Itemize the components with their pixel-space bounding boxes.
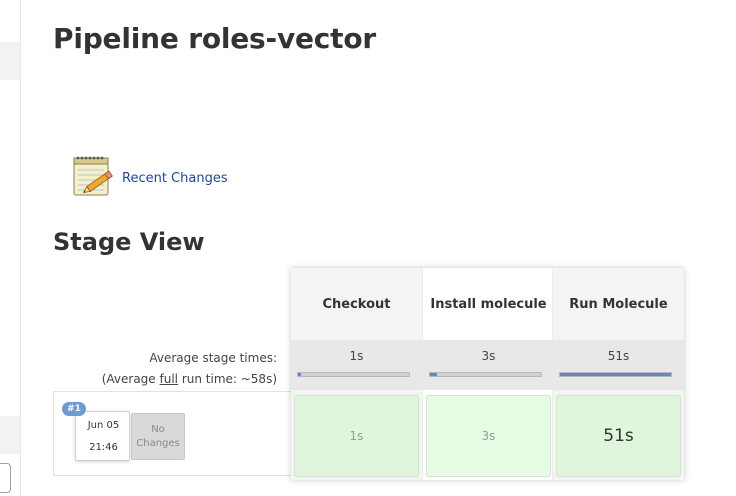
sidebar-item[interactable] bbox=[0, 42, 20, 80]
stage-average-checkout: 1s bbox=[291, 340, 422, 390]
stage-cell-checkout[interactable]: 1s bbox=[294, 395, 419, 477]
sidebar-input[interactable] bbox=[0, 463, 11, 493]
stage-average-time: 3s bbox=[481, 349, 496, 363]
average-stage-times-label: Average stage times: bbox=[149, 351, 277, 365]
stage-cell-run-molecule[interactable]: 51s bbox=[556, 395, 681, 477]
stage-cell-time: 3s bbox=[481, 429, 496, 443]
stage-header-checkout[interactable]: Checkout bbox=[291, 268, 422, 340]
stage-cell-install-molecule[interactable]: 3s bbox=[426, 395, 551, 477]
stage-average-progress bbox=[559, 372, 672, 377]
stage-header-install-molecule[interactable]: Install molecule bbox=[423, 268, 554, 340]
build-changes-box[interactable]: No Changes bbox=[131, 413, 185, 460]
stage-table: Checkout 1s 1s Install molecule 3s 3s Ru… bbox=[291, 268, 684, 480]
stage-average-run-molecule: 51s bbox=[553, 340, 684, 390]
stage-average-progress bbox=[297, 372, 410, 377]
stage-average-install-molecule: 3s bbox=[423, 340, 554, 390]
stage-view-title: Stage View bbox=[53, 228, 205, 256]
build-date-box[interactable]: Jun 05 21:46 bbox=[75, 411, 130, 461]
average-full-prefix: (Average bbox=[101, 372, 160, 386]
sidebar-item[interactable] bbox=[0, 416, 20, 454]
stage-average-time: 51s bbox=[607, 349, 630, 363]
stage-average-progress bbox=[429, 372, 542, 377]
average-full-suffix: run time: ~58s) bbox=[178, 372, 277, 386]
stage-cell-time: 1s bbox=[349, 429, 364, 443]
stage-average-progress-fill bbox=[430, 373, 437, 376]
stage-cell-time: 51s bbox=[603, 426, 634, 446]
stage-header-run-molecule[interactable]: Run Molecule bbox=[553, 268, 684, 340]
build-date: Jun 05 bbox=[87, 420, 120, 431]
build-time: 21:46 bbox=[89, 442, 118, 453]
no-changes-label-2: Changes bbox=[136, 437, 180, 449]
stage-column-run-molecule: Run Molecule 51s 51s bbox=[553, 268, 684, 480]
stage-column-install-molecule: Install molecule 3s 3s bbox=[422, 268, 554, 480]
notepad-pencil-icon bbox=[72, 153, 120, 197]
page-title: Pipeline roles-vector bbox=[53, 22, 377, 55]
stage-average-progress-fill bbox=[298, 373, 302, 376]
stage-average-time: 1s bbox=[349, 349, 364, 363]
average-full-link[interactable]: full bbox=[160, 372, 179, 386]
average-full-run-time-label: (Average full run time: ~58s) bbox=[80, 372, 277, 386]
recent-changes-link[interactable]: Recent Changes bbox=[72, 153, 228, 197]
no-changes-label-1: No bbox=[151, 423, 165, 435]
build-card[interactable]: Jun 05 21:46 No Changes bbox=[75, 411, 186, 461]
stage-column-checkout: Checkout 1s 1s bbox=[291, 268, 422, 480]
recent-changes-label[interactable]: Recent Changes bbox=[122, 171, 228, 186]
stage-average-progress-fill bbox=[560, 373, 671, 376]
build-number-badge[interactable]: #1 bbox=[62, 402, 86, 416]
